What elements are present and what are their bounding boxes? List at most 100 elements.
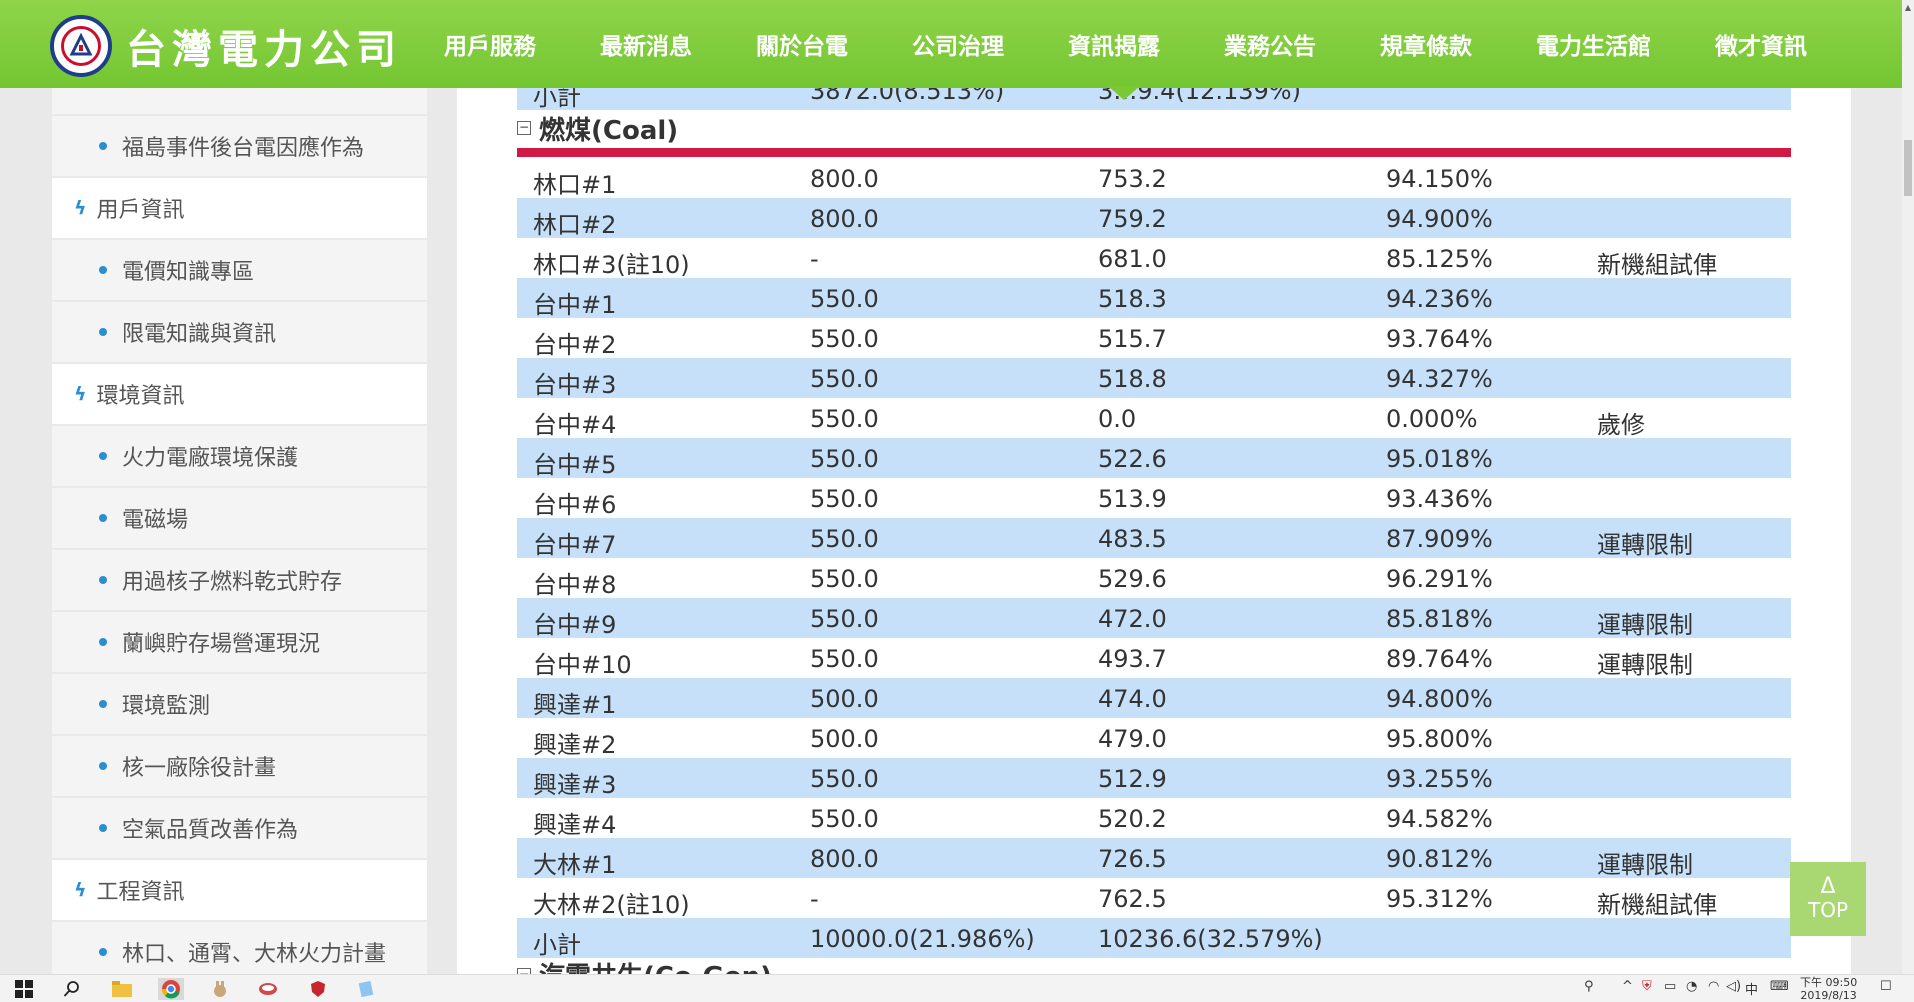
app-icon-notepad[interactable] [354, 978, 378, 1000]
cell-capacity: - [810, 245, 819, 273]
logo-text: 台灣電力公司 [126, 26, 402, 73]
network-icon[interactable]: ◔ [1686, 979, 1697, 994]
cell-output: 493.7 [1098, 645, 1167, 673]
cell-capacity: 550.0 [810, 645, 879, 673]
section-header-coal[interactable]: − 燃煤(Coal) [517, 110, 678, 146]
section-header-cogen[interactable]: − 汽電共生(Co-Gen) [517, 956, 772, 974]
nav-disclosure[interactable]: 資訊揭露 [1068, 27, 1160, 61]
cell-unit: 大林#2(註10) [533, 891, 690, 919]
sidebar-item-thermal-env[interactable]: 火力電廠環境保護 [52, 426, 427, 486]
sidebar-category-user-info[interactable]: ϟ 用戶資訊 [52, 178, 427, 238]
sidebar-item-fukushima[interactable]: 福島事件後台電因應作為 [52, 116, 427, 176]
table-row: 台中#5 550.0 522.6 95.018% [517, 438, 1791, 479]
app-icon-rabbit[interactable] [208, 978, 232, 1000]
back-to-top-button[interactable]: Δ TOP [1790, 862, 1866, 936]
cell-output: 474.0 [1098, 685, 1167, 713]
lightning-icon: ϟ [74, 383, 87, 405]
sidebar-item-decommission[interactable]: 核一廠除役計畫 [52, 736, 427, 796]
site-header: 台灣電力公司 用戶服務 最新消息 關於台電 公司治理 資訊揭露 業務公告 規章條… [0, 0, 1902, 88]
chrome-icon[interactable] [158, 978, 184, 1000]
sidebar-item-label: 工程資訊 [96, 880, 185, 905]
nav-about[interactable]: 關於台電 [756, 27, 848, 61]
scroll-up-icon[interactable]: ▲ [1902, 0, 1914, 14]
cell-capacity: 550.0 [810, 405, 879, 433]
table-row: 興達#2 500.0 479.0 95.800% [517, 718, 1791, 759]
sidebar-item-power-rationing[interactable]: 限電知識與資訊 [52, 302, 427, 362]
section-title: 燃煤(Coal) [539, 115, 679, 146]
app-icon-disc[interactable] [256, 978, 280, 1000]
table-row: 林口#1 800.0 753.2 94.150% [517, 158, 1791, 199]
nav-power-life[interactable]: 電力生活館 [1536, 27, 1651, 61]
wifi-icon[interactable]: ◠ [1708, 979, 1719, 994]
nav-user-services[interactable]: 用戶服務 [444, 27, 536, 61]
bullet-icon [99, 142, 107, 150]
cell-capacity: 550.0 [810, 365, 879, 393]
sidebar-item-thermal-projects[interactable]: 林口、通霄、大林火力計畫 [52, 922, 427, 974]
cell-output: 520.2 [1098, 805, 1167, 833]
ime-indicator[interactable]: 中 [1745, 979, 1758, 998]
sidebar-category-engineering[interactable]: ϟ 工程資訊 [52, 860, 427, 920]
table-row: 台中#10 550.0 493.7 89.764% 運轉限制 [517, 638, 1791, 679]
sidebar-item-env-monitoring[interactable]: 環境監測 [52, 674, 427, 734]
bullet-icon [99, 452, 107, 460]
cell-note: 歲修 [1597, 411, 1645, 439]
sidebar-item-tariff[interactable]: 電價知識專區 [52, 240, 427, 300]
cell-output: 513.9 [1098, 485, 1167, 513]
sidebar-item-air-quality[interactable]: 空氣品質改善作為 [52, 798, 427, 858]
bullet-icon [99, 700, 107, 708]
nav-governance[interactable]: 公司治理 [912, 27, 1004, 61]
table-row: 台中#9 550.0 472.0 85.818% 運轉限制 [517, 598, 1791, 639]
nav-latest-news[interactable]: 最新消息 [600, 27, 692, 61]
cell-ratio: 94.900% [1386, 205, 1493, 233]
cell-unit: 台中#2 [533, 331, 617, 359]
collapse-icon[interactable]: − [517, 121, 531, 135]
table-row: 林口#3(註10) - 681.0 85.125% 新機組試俥 [517, 238, 1791, 279]
battery-icon[interactable]: ▭ [1664, 979, 1676, 994]
nav-announcements[interactable]: 業務公告 [1224, 27, 1316, 61]
cell-capacity: 550.0 [810, 445, 879, 473]
clock[interactable]: 下午 09:50 2019/8/13 [1800, 976, 1857, 1002]
volume-icon[interactable]: ◁) [1726, 979, 1741, 994]
cell-output: 518.8 [1098, 365, 1167, 393]
bullet-icon [99, 266, 107, 274]
section-divider [517, 148, 1791, 157]
bullet-icon [99, 948, 107, 956]
sidebar-item-emf[interactable]: 電磁場 [52, 488, 427, 548]
app-icon-red-shield[interactable] [306, 978, 330, 1000]
cell-output: 512.9 [1098, 765, 1167, 793]
active-nav-pointer [1108, 86, 1140, 100]
security-tray-icon[interactable]: ⛨ [1642, 979, 1652, 994]
table-row: 興達#1 500.0 474.0 94.800% [517, 678, 1791, 719]
cell-ratio: 95.800% [1386, 725, 1493, 753]
table-row: 台中#3 550.0 518.8 94.327% [517, 358, 1791, 399]
cell-output: 762.5 [1098, 885, 1167, 913]
tray-chevron-icon[interactable]: ^ [1622, 979, 1633, 994]
cell-unit: 大林#1 [533, 851, 617, 879]
nav-careers[interactable]: 徵才資訊 [1715, 27, 1807, 61]
table-row: 台中#2 550.0 515.7 93.764% [517, 318, 1791, 359]
cell-unit: 台中#3 [533, 371, 617, 399]
keyboard-icon[interactable]: ⌨ [1770, 979, 1789, 994]
cell-unit: 興達#2 [533, 731, 617, 759]
search-icon[interactable] [60, 978, 84, 1000]
windows-start-icon[interactable] [12, 978, 36, 1000]
cell-note: 運轉限制 [1597, 611, 1693, 639]
sidebar-item-dry-storage[interactable]: 用過核子燃料乾式貯存 [52, 550, 427, 610]
bullet-icon [99, 638, 107, 646]
cell-ratio: 85.125% [1386, 245, 1493, 273]
notification-icon[interactable]: ☐ [1880, 979, 1892, 994]
nav-regulations[interactable]: 規章條款 [1380, 27, 1472, 61]
company-logo[interactable]: 台灣電力公司 [50, 15, 402, 77]
cell-output: 472.0 [1098, 605, 1167, 633]
file-explorer-icon[interactable] [110, 978, 134, 1000]
page-scrollbar[interactable]: ▲ [1902, 0, 1914, 974]
sidebar-item-lanyu[interactable]: 蘭嶼貯存場營運現況 [52, 612, 427, 672]
cell-capacity: 800.0 [810, 165, 879, 193]
cell-capacity: 800.0 [810, 205, 879, 233]
cell-ratio: 94.236% [1386, 285, 1493, 313]
sidebar-category-environment[interactable]: ϟ 環境資訊 [52, 364, 427, 424]
people-icon[interactable]: ⚲ [1584, 979, 1594, 994]
cell-output: 726.5 [1098, 845, 1167, 873]
cell-ratio: 94.800% [1386, 685, 1493, 713]
scroll-thumb[interactable] [1904, 140, 1912, 196]
